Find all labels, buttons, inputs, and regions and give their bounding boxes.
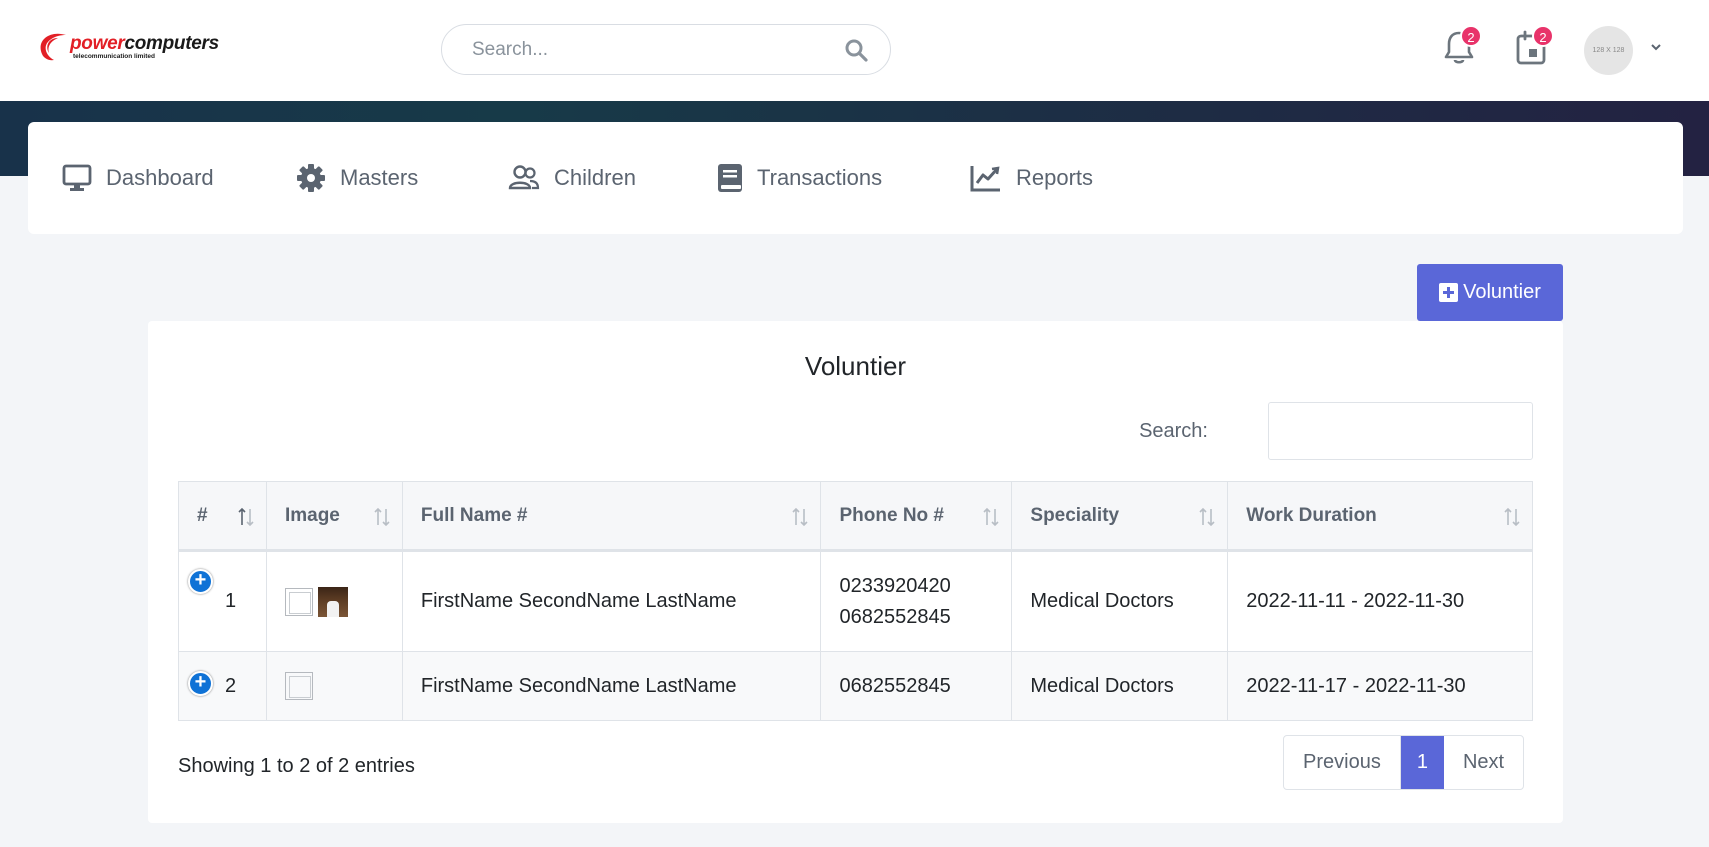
nav-item-children[interactable]: Children bbox=[508, 160, 636, 196]
voluntier-table: # Image Full Name # Phone No # Specialit… bbox=[178, 481, 1533, 721]
chart-line-icon bbox=[970, 166, 1000, 192]
sort-icon bbox=[1199, 507, 1215, 527]
table-info: Showing 1 to 2 of 2 entries bbox=[178, 755, 415, 777]
top-header: powercomputers telecommunication limited… bbox=[0, 0, 1709, 101]
nav-item-label: Children bbox=[554, 165, 636, 190]
nav-item-dashboard[interactable]: Dashboard bbox=[62, 160, 214, 196]
logo-swoosh-icon bbox=[40, 33, 66, 61]
nav-item-label: Reports bbox=[1016, 165, 1094, 190]
sort-icon bbox=[238, 507, 254, 527]
sort-icon bbox=[792, 507, 809, 527]
page-1-button[interactable]: 1 bbox=[1400, 736, 1444, 789]
column-header-id[interactable]: # bbox=[178, 481, 267, 552]
calendar-button[interactable]: 2 bbox=[1515, 25, 1554, 71]
previous-page-button[interactable]: Previous bbox=[1284, 736, 1401, 789]
users-icon bbox=[508, 165, 540, 190]
table-row: + 1 FirstName SecondName LastName 023392… bbox=[178, 550, 1533, 652]
table-row: + 2 FirstName SecondName LastName 068255… bbox=[178, 651, 1533, 721]
cell-image bbox=[265, 651, 403, 721]
nav-item-label: Transactions bbox=[757, 165, 883, 190]
cell-work-duration: 2022-11-17 - 2022-11-30 bbox=[1227, 651, 1533, 721]
book-icon bbox=[718, 164, 742, 192]
brand-name: powercomputers bbox=[70, 33, 219, 54]
add-voluntier-label: Voluntier bbox=[1463, 281, 1541, 303]
expand-row-icon[interactable]: + bbox=[188, 671, 213, 696]
table-search-label: Search: bbox=[1139, 420, 1208, 442]
cell-phone: 0682552845 bbox=[820, 651, 1013, 721]
column-header-speciality[interactable]: Speciality bbox=[1011, 481, 1229, 552]
company-logo[interactable]: powercomputers telecommunication limited bbox=[36, 30, 226, 66]
column-header-phone[interactable]: Phone No # bbox=[820, 481, 1013, 552]
nav-item-transactions[interactable]: Transactions bbox=[717, 160, 882, 196]
cell-full-name: FirstName SecondName LastName bbox=[401, 651, 822, 721]
monitor-icon bbox=[62, 164, 92, 191]
cell-speciality: Medical Doctors bbox=[1011, 550, 1229, 652]
sort-icon bbox=[1504, 507, 1520, 527]
cell-speciality: Medical Doctors bbox=[1011, 651, 1229, 721]
cell-id: + 2 bbox=[178, 651, 267, 721]
calendar-badge: 2 bbox=[1532, 25, 1554, 47]
cell-image bbox=[265, 550, 403, 652]
cell-phone: 0233920420 0682552845 bbox=[820, 550, 1013, 652]
table-search-input[interactable] bbox=[1268, 402, 1533, 460]
image-checkbox[interactable] bbox=[284, 587, 313, 616]
nav-item-masters[interactable]: Masters bbox=[296, 160, 418, 196]
cell-id: + 1 bbox=[178, 550, 267, 652]
column-header-image[interactable]: Image bbox=[265, 481, 403, 552]
plus-square-icon bbox=[1439, 283, 1459, 302]
nav-item-label: Masters bbox=[340, 165, 419, 190]
column-header-full-name[interactable]: Full Name # bbox=[401, 481, 822, 552]
nav-item-label: Dashboard bbox=[106, 165, 214, 190]
expand-row-icon[interactable]: + bbox=[188, 569, 213, 594]
voluntier-card: Voluntier Search: # Image Full Name # Ph… bbox=[148, 321, 1563, 823]
card-title: Voluntier bbox=[804, 351, 907, 381]
sort-icon bbox=[374, 507, 390, 527]
sort-icon bbox=[983, 507, 999, 527]
table-header-row: # Image Full Name # Phone No # Specialit… bbox=[178, 481, 1533, 552]
volunteer-photo[interactable] bbox=[317, 586, 348, 617]
add-voluntier-button[interactable]: Voluntier bbox=[1417, 264, 1563, 321]
pagination: Previous 1 Next bbox=[1283, 735, 1525, 790]
next-page-button[interactable]: Next bbox=[1444, 736, 1523, 789]
global-search bbox=[441, 24, 891, 75]
main-nav: Dashboard Masters Children Transactions … bbox=[28, 122, 1683, 234]
brand-tagline: telecommunication limited bbox=[73, 53, 155, 60]
global-search-input[interactable] bbox=[472, 39, 832, 61]
chevron-down-icon[interactable] bbox=[1649, 40, 1663, 54]
cell-work-duration: 2022-11-11 - 2022-11-30 bbox=[1227, 550, 1533, 652]
cell-full-name: FirstName SecondName LastName bbox=[401, 550, 822, 652]
gear-icon bbox=[297, 164, 325, 192]
notifications-badge: 2 bbox=[1460, 25, 1482, 47]
user-avatar[interactable]: 128 X 128 bbox=[1584, 26, 1633, 75]
search-icon[interactable] bbox=[844, 38, 868, 62]
image-checkbox[interactable] bbox=[284, 672, 313, 700]
nav-item-reports[interactable]: Reports bbox=[970, 160, 1093, 196]
column-header-work-duration[interactable]: Work Duration bbox=[1227, 481, 1533, 552]
notifications-button[interactable]: 2 bbox=[1443, 25, 1482, 71]
